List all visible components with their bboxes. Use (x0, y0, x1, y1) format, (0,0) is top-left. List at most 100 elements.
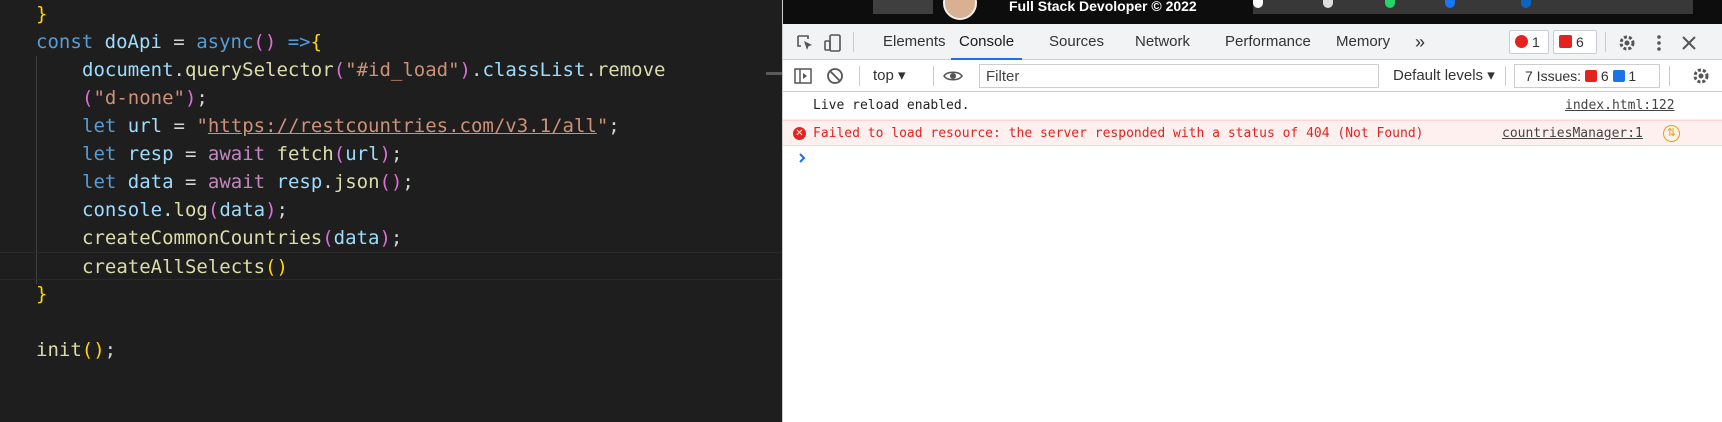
issue-error-icon (1584, 70, 1597, 82)
operator: = (162, 115, 197, 137)
devtools-panel: Full Stack Devoloper © 2022 Elements Con… (782, 0, 1722, 422)
issues-button[interactable]: 7 Issues: 6 1 (1514, 64, 1660, 88)
paren: ( (322, 227, 334, 249)
error-icon: ✕ (793, 127, 806, 140)
banner-text: Full Stack Devoloper © 2022 (1009, 0, 1197, 14)
context-label: top (873, 67, 894, 84)
identifier: doApi (104, 31, 162, 53)
separator (1669, 66, 1670, 86)
semicolon: ; (276, 199, 288, 221)
console-message-log: Live reload enabled. index.html:122 (783, 93, 1722, 120)
parens: () (265, 256, 288, 278)
tab-network[interactable]: Network (1135, 24, 1190, 60)
paren: ) (459, 59, 471, 81)
semicolon: ; (390, 227, 403, 249)
string: "d-none" (93, 87, 185, 109)
tab-sources[interactable]: Sources (1049, 24, 1104, 60)
more-tabs-button[interactable]: » (1415, 24, 1425, 60)
paren: ( (207, 199, 220, 221)
separator (1505, 66, 1506, 86)
close-icon[interactable] (1679, 33, 1699, 53)
device-toggle-icon[interactable] (823, 33, 843, 53)
warning-count-badge[interactable]: 6 (1553, 30, 1597, 54)
function: fetch (276, 143, 334, 165)
paren: ) (379, 227, 391, 249)
arrow: => (276, 31, 311, 53)
paren: ) (265, 199, 277, 221)
keyword: await (207, 143, 266, 165)
identifier: url (127, 115, 163, 137)
function: createAllSelects (82, 256, 266, 278)
issues-error-count: 6 (1600, 68, 1609, 84)
code-line-10-current[interactable]: createAllSelects() (0, 252, 782, 280)
code-line-9[interactable]: createCommonCountries(data); (0, 224, 782, 252)
code-line-4[interactable]: ("d-none"); (0, 84, 782, 112)
tab-console[interactable]: Console (951, 24, 1023, 60)
error-icon (1515, 35, 1528, 48)
prompt-chevron-icon[interactable] (793, 148, 813, 168)
code-line-1[interactable]: } (0, 0, 782, 28)
banner-background (1253, 0, 1693, 14)
kebab-menu-icon[interactable] (1649, 33, 1669, 53)
method: json (333, 171, 380, 193)
parens: () (253, 31, 277, 53)
semicolon: ; (104, 339, 117, 361)
console-settings-icon[interactable] (1691, 66, 1711, 86)
method: log (173, 199, 208, 221)
code-line-11[interactable]: } (0, 280, 782, 308)
parens: () (379, 171, 403, 193)
code-line-7[interactable]: let data = await resp.json(); (0, 168, 782, 196)
context-select[interactable]: top ▾ (873, 60, 906, 92)
dot: . (162, 199, 174, 221)
code-line-13[interactable]: init(); (0, 336, 782, 364)
code-line-8[interactable]: console.log(data); (0, 196, 782, 224)
keyword: async (196, 31, 254, 53)
paren: ) (379, 143, 391, 165)
log-levels-dropdown[interactable]: Default levels ▾ (1393, 60, 1495, 92)
url-link[interactable]: https://restcountries.com/v3.1/all (208, 115, 597, 137)
code-editor[interactable]: } const doApi = async() =>{ document.que… (0, 0, 782, 422)
keyword: let (82, 143, 117, 165)
tab-memory[interactable]: Memory (1336, 24, 1390, 60)
parens: () (81, 339, 105, 361)
method: remove (596, 59, 666, 81)
brace: } (36, 283, 48, 305)
avatar (943, 0, 977, 20)
code-line-6[interactable]: let resp = await fetch(url); (0, 140, 782, 168)
semicolon: ; (390, 143, 403, 165)
separator (853, 32, 854, 52)
sidebar-toggle-icon[interactable] (793, 66, 813, 86)
network-warning-icon[interactable]: ⇅ (1663, 125, 1680, 142)
keyword: await (207, 171, 266, 193)
code-line-3[interactable]: document.querySelector("#id_load").class… (0, 56, 782, 84)
semicolon: ; (196, 87, 208, 109)
eye-icon[interactable] (943, 66, 963, 86)
brace: } (36, 3, 48, 25)
issue-error-icon (1559, 35, 1572, 48)
identifier: document (82, 59, 174, 81)
inspect-icon[interactable] (795, 33, 815, 53)
dot: . (470, 59, 483, 81)
settings-icon[interactable] (1617, 33, 1637, 53)
issue-info-icon (1612, 70, 1625, 82)
filter-input[interactable] (979, 64, 1379, 88)
message-source-link[interactable]: index.html:122 (1565, 93, 1675, 119)
separator (1605, 32, 1606, 52)
clear-console-icon[interactable] (825, 66, 845, 86)
operator: = (161, 31, 197, 53)
paren: ( (82, 87, 94, 109)
code-line-5[interactable]: let url = "https://restcountries.com/v3.… (0, 112, 782, 140)
error-count-badge[interactable]: 1 (1509, 30, 1549, 54)
identifier: data (219, 199, 266, 221)
operator: = (173, 171, 208, 193)
semicolon: ; (608, 115, 620, 137)
tab-elements[interactable]: Elements (883, 24, 946, 60)
quote: " (196, 115, 208, 137)
identifier: console (82, 199, 163, 221)
code-line-12[interactable] (0, 308, 782, 336)
identifier: resp (276, 171, 323, 193)
message-source-link[interactable]: countriesManager:1 (1502, 121, 1643, 147)
code-line-2[interactable]: const doApi = async() =>{ (0, 28, 782, 56)
banner-background (873, 0, 933, 14)
tab-performance[interactable]: Performance (1225, 24, 1311, 60)
